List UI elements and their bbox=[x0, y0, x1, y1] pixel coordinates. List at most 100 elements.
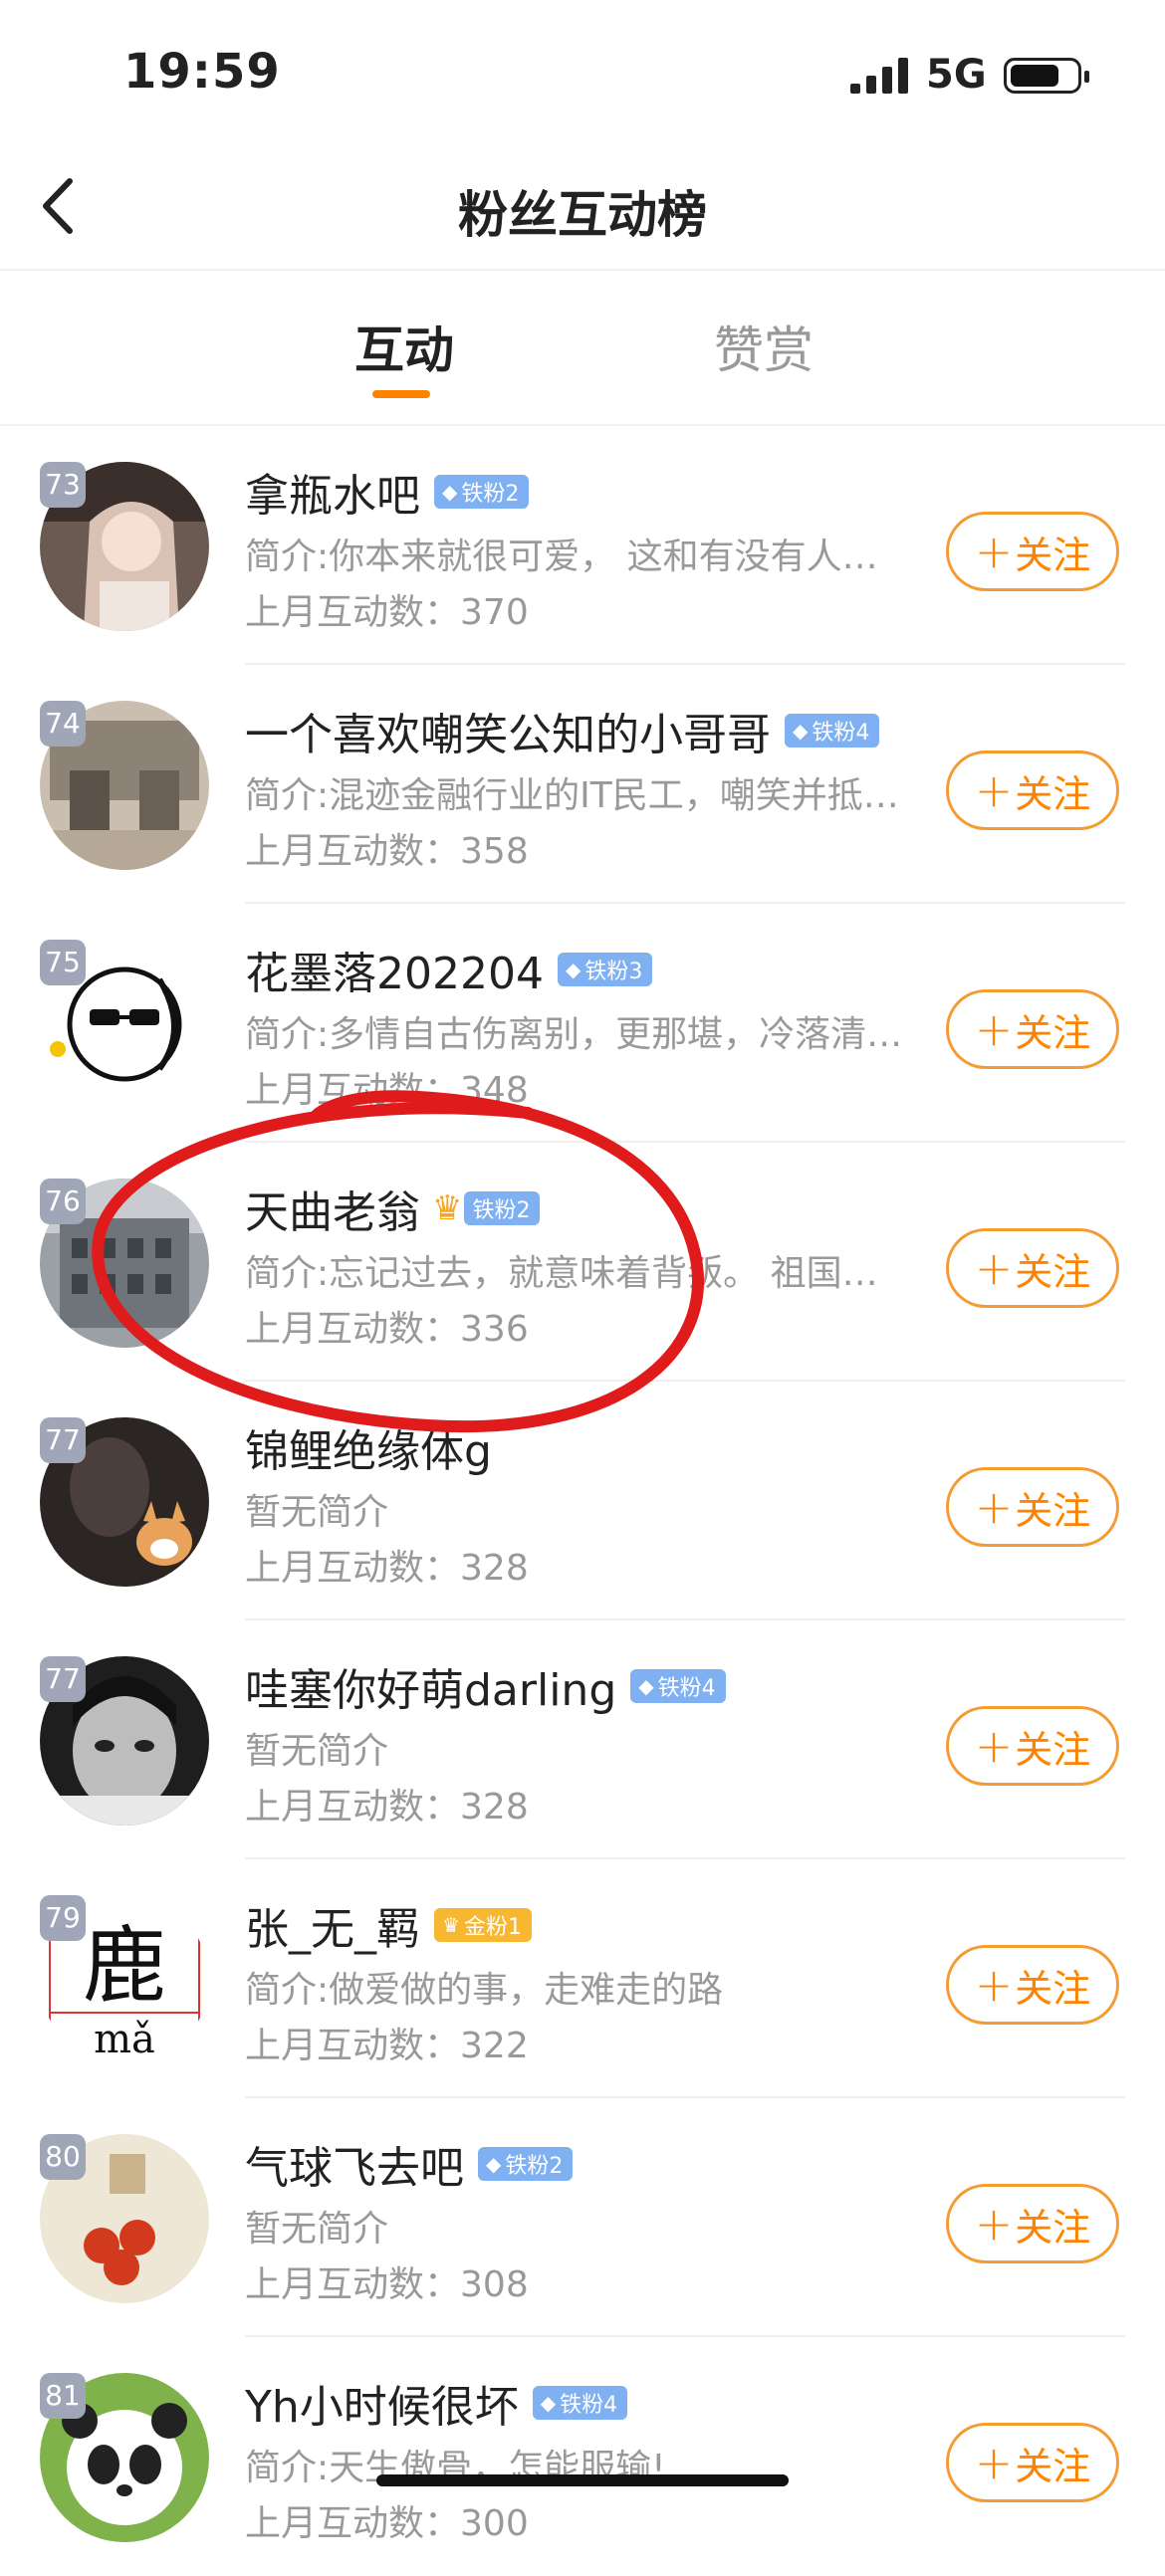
rank-badge: 75 bbox=[40, 940, 86, 985]
diamond-icon: ◆ bbox=[638, 1674, 654, 1698]
tab-interaction[interactable]: 互动 bbox=[354, 311, 454, 382]
follow-button[interactable]: + 关注 bbox=[946, 2423, 1119, 2502]
plus-icon: + bbox=[974, 1480, 1014, 1534]
user-bio: 简介:混迹金融行业的IT民工，嘲笑并抵… bbox=[245, 775, 899, 816]
follow-label: 关注 bbox=[1015, 2205, 1091, 2250]
name-line: 锦鲤绝缘体g bbox=[245, 1417, 492, 1477]
list-item[interactable]: 81 Yh小时候很坏 ◆ 铁粉4 简介:天生傲骨，怎能服输! 上月互动数：300 … bbox=[0, 2337, 1165, 2576]
avatar-text-pinyin: mǎ bbox=[94, 2017, 155, 2062]
name-line: 哇塞你好萌darling ◆ 铁粉4 bbox=[245, 1656, 726, 1716]
count-value: 348 bbox=[460, 1070, 529, 1111]
follow-button[interactable]: + 关注 bbox=[946, 1228, 1119, 1308]
count-label: 上月互动数： bbox=[245, 2026, 461, 2066]
list-item[interactable]: 74 一个喜欢嘲笑公知的小哥哥 ◆ 铁粉4 简介:混迹金融行业的IT民工，嘲笑并抵… bbox=[0, 665, 1165, 904]
user-name[interactable]: 一个喜欢嘲笑公知的小哥哥 bbox=[245, 699, 771, 762]
plus-icon: + bbox=[974, 1002, 1014, 1056]
list-item[interactable]: 鹿 mǎ 79 张_无_羁 ♛ 金粉1 简介:做爱做的事，走难走的路 上月互动数：3… bbox=[0, 1859, 1165, 2098]
fan-badge: ◆ 铁粉4 bbox=[785, 714, 880, 748]
count-value: 322 bbox=[460, 2026, 529, 2066]
interaction-count: 上月互动数：328 bbox=[245, 1539, 529, 1591]
fan-badge-label: 金粉1 bbox=[463, 1915, 522, 1940]
user-name[interactable]: 花墨落202204 bbox=[245, 938, 544, 1001]
fan-badge: 铁粉2 bbox=[464, 1191, 541, 1225]
plus-icon: + bbox=[974, 1241, 1014, 1295]
fan-badge: ◆ 铁粉3 bbox=[557, 953, 653, 986]
follow-button[interactable]: + 关注 bbox=[946, 989, 1119, 1069]
follow-button[interactable]: + 关注 bbox=[946, 512, 1119, 591]
follow-label: 关注 bbox=[1015, 1010, 1091, 1055]
tab-bar: 互动 赞赏 bbox=[0, 269, 1165, 426]
signal-icon bbox=[850, 58, 908, 94]
list-item[interactable]: 73 拿瓶水吧 ◆ 铁粉2 简介:你本来就很可爱， 这和有没有人爱… 上月互动数：… bbox=[0, 426, 1165, 665]
user-name[interactable]: Yh小时候很坏 bbox=[245, 2371, 519, 2435]
home-indicator bbox=[376, 2474, 789, 2486]
user-name[interactable]: 锦鲤绝缘体g bbox=[245, 1415, 492, 1479]
follow-button[interactable]: + 关注 bbox=[946, 751, 1119, 830]
count-value: 328 bbox=[460, 1548, 529, 1589]
fan-badge-label: 铁粉4 bbox=[812, 721, 870, 746]
diamond-icon: ◆ bbox=[793, 719, 809, 743]
fan-badge: ◆ 铁粉4 bbox=[532, 2386, 628, 2420]
name-line: 花墨落202204 ◆ 铁粉3 bbox=[245, 938, 653, 1001]
count-label: 上月互动数： bbox=[245, 592, 461, 633]
count-value: 336 bbox=[460, 1309, 529, 1350]
follow-label: 关注 bbox=[1015, 1249, 1091, 1294]
list-item[interactable]: 76 天曲老翁 ♛ 铁粉2 简介:忘记过去，就意味着背叛。 祖国统… 上月互动数… bbox=[0, 1143, 1165, 1382]
name-line: 一个喜欢嘲笑公知的小哥哥 ◆ 铁粉4 bbox=[245, 699, 880, 762]
fan-list: 73 拿瓶水吧 ◆ 铁粉2 简介:你本来就很可爱， 这和有没有人爱… 上月互动数：… bbox=[0, 426, 1165, 2576]
count-label: 上月互动数： bbox=[245, 2264, 461, 2305]
list-item[interactable]: 77 锦鲤绝缘体g 暂无简介 上月互动数：328 + 关注 bbox=[0, 1382, 1165, 1620]
user-name[interactable]: 天曲老翁 bbox=[245, 1177, 420, 1240]
active-tab-indicator bbox=[372, 390, 430, 398]
rank-badge: 79 bbox=[40, 1895, 86, 1941]
follow-button[interactable]: + 关注 bbox=[946, 1706, 1119, 1786]
plus-icon: + bbox=[974, 1719, 1014, 1773]
follow-button[interactable]: + 关注 bbox=[946, 1467, 1119, 1547]
follow-label: 关注 bbox=[1015, 1488, 1091, 1533]
interaction-count: 上月互动数：322 bbox=[245, 2017, 529, 2068]
user-name[interactable]: 气球飞去吧 bbox=[245, 2132, 464, 2196]
fan-badge-label: 铁粉2 bbox=[461, 482, 520, 507]
fan-badge: ◆ 铁粉2 bbox=[434, 475, 530, 509]
count-value: 308 bbox=[460, 2264, 529, 2305]
list-item[interactable]: 75 花墨落202204 ◆ 铁粉3 简介:多情自古伤离别，更那堪，冷落清… 上月… bbox=[0, 904, 1165, 1143]
fan-badge-label: 铁粉2 bbox=[505, 2154, 564, 2179]
interaction-count: 上月互动数：358 bbox=[245, 822, 529, 874]
plus-icon: + bbox=[974, 2197, 1014, 2251]
follow-label: 关注 bbox=[1015, 1727, 1091, 1772]
list-item[interactable]: 77 哇塞你好萌darling ◆ 铁粉4 暂无简介 上月互动数：328 + 关注 bbox=[0, 1620, 1165, 1859]
diamond-icon: ◆ bbox=[565, 958, 582, 981]
count-value: 300 bbox=[460, 2503, 529, 2544]
count-value: 370 bbox=[460, 592, 529, 633]
rank-badge: 77 bbox=[40, 1656, 86, 1702]
user-name[interactable]: 拿瓶水吧 bbox=[245, 460, 420, 524]
name-line: 天曲老翁 ♛ 铁粉2 bbox=[245, 1177, 541, 1240]
follow-label: 关注 bbox=[1015, 771, 1091, 816]
user-bio: 暂无简介 bbox=[245, 1492, 389, 1533]
rank-badge: 77 bbox=[40, 1417, 86, 1463]
tab-reward[interactable]: 赞赏 bbox=[714, 311, 814, 382]
battery-icon bbox=[1004, 58, 1089, 94]
plus-icon: + bbox=[974, 1958, 1014, 2012]
fan-badge: ◆ 铁粉4 bbox=[630, 1669, 726, 1703]
diamond-icon: ◆ bbox=[486, 2152, 502, 2176]
user-bio: 暂无简介 bbox=[245, 2209, 389, 2250]
count-value: 358 bbox=[460, 831, 529, 872]
follow-button[interactable]: + 关注 bbox=[946, 2184, 1119, 2263]
status-bar: 19:59 5G bbox=[0, 0, 1165, 149]
follow-label: 关注 bbox=[1015, 533, 1091, 577]
user-name[interactable]: 张_无_羁 bbox=[245, 1893, 420, 1957]
rank-badge: 74 bbox=[40, 701, 86, 747]
interaction-count: 上月互动数：328 bbox=[245, 1778, 529, 1829]
fan-badge-label: 铁粉2 bbox=[472, 1198, 531, 1223]
user-name[interactable]: 哇塞你好萌darling bbox=[245, 1654, 616, 1718]
fan-badge-label: 铁粉3 bbox=[584, 960, 643, 984]
fan-badge-label: 铁粉4 bbox=[560, 2393, 618, 2418]
interaction-count: 上月互动数：348 bbox=[245, 1061, 529, 1113]
follow-label: 关注 bbox=[1015, 1966, 1091, 2011]
crown-small-icon: ♛ bbox=[442, 1913, 460, 1937]
follow-button[interactable]: + 关注 bbox=[946, 1945, 1119, 2025]
list-item[interactable]: 80 气球飞去吧 ◆ 铁粉2 暂无简介 上月互动数：308 + 关注 bbox=[0, 2098, 1165, 2337]
interaction-count: 上月互动数：336 bbox=[245, 1300, 529, 1352]
page-title: 粉丝互动榜 bbox=[458, 186, 707, 244]
